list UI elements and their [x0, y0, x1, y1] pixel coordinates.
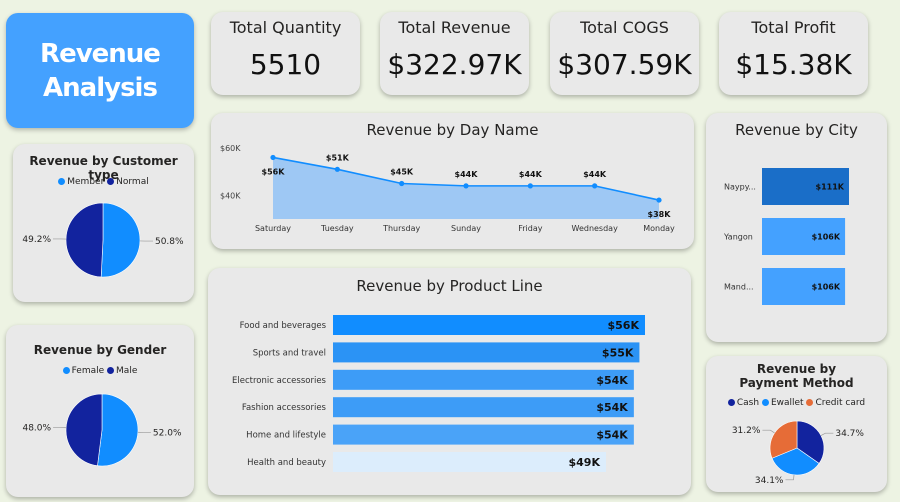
pie-slice-male [65, 393, 103, 467]
city-category-label: Yangon [723, 233, 753, 242]
pie-slice-normal [65, 202, 104, 278]
product-bar [333, 369, 634, 390]
data-label: $44K [583, 170, 607, 179]
x-tick-label: Tuesday [320, 224, 354, 233]
bar-data-label: $106K [812, 233, 841, 242]
day-name-card[interactable]: Revenue by Day Name $60K $40K $56K Saturday… [211, 113, 694, 249]
payment-pie-chart[interactable]: 34.7% 34.1% 31.2% [706, 356, 887, 492]
y-tick-label: $60K [220, 144, 241, 153]
x-tick-label: Friday [518, 224, 543, 233]
product-bar [333, 397, 634, 418]
pie-data-label: 52.0% [153, 429, 182, 439]
product-category-label: Fashion accessories [242, 403, 327, 413]
bar-data-label: $54K [596, 374, 628, 387]
product-bar [333, 342, 640, 363]
bar-data-label: $56K [608, 319, 640, 332]
city-bar-chart[interactable]: $111K Naypy... $106K Yangon $106K Mand... [706, 113, 887, 342]
bar-data-label: $55K [602, 346, 634, 359]
pie-data-label: 31.2% [732, 426, 761, 436]
pie-leader-line [785, 474, 795, 481]
product-category-label: Health and beauty [247, 458, 326, 468]
kpi-value: 5510 [249, 48, 322, 81]
dashboard-title-line1: Revenue [40, 38, 161, 69]
bar-data-label: $54K [596, 429, 628, 442]
data-label: $45K [390, 168, 414, 177]
city-card[interactable]: Revenue by City $111K Naypy... $106K Yangon… [706, 113, 887, 342]
product-line-bar-chart[interactable]: $56K Food and beverages $55K Sports and tra… [208, 268, 691, 495]
kpi-value: $322.97K [387, 48, 522, 81]
data-point [399, 180, 405, 187]
kpi-value: $307.59K [557, 48, 692, 81]
kpi-value: $15.38K [735, 48, 852, 81]
day-name-area-chart[interactable]: $60K $40K $56K Saturday $51K Tuesday $45K Thurs… [211, 113, 694, 249]
y-tick-label: $40K [220, 191, 241, 200]
data-label: $44K [455, 170, 479, 179]
pie-data-label: 49.2% [22, 235, 51, 245]
data-label: $44K [519, 170, 543, 179]
product-bar [333, 424, 634, 445]
pie-leader-line [820, 432, 834, 436]
product-category-label: Home and lifestyle [246, 431, 326, 441]
kpi-label: Total Profit [751, 18, 836, 37]
kpi-card-revenue[interactable]: Total Revenue $322.97K [380, 12, 529, 95]
pie-data-label: 50.8% [155, 237, 184, 247]
pie-data-label: 34.1% [755, 476, 784, 486]
x-tick-label: Thursday [382, 224, 420, 233]
customer-type-pie-chart[interactable]: 50.8% 49.2% [13, 144, 194, 302]
product-category-label: Electronic accessories [232, 376, 327, 386]
data-point [334, 166, 340, 172]
product-category-label: Food and beverages [240, 321, 327, 331]
bar-data-label: $49K [569, 456, 601, 469]
customer-type-card[interactable]: Revenue by Customer type Member Normal 5… [13, 144, 194, 302]
x-tick-label: Monday [643, 224, 675, 233]
kpi-label: Total Quantity [229, 18, 342, 37]
pie-leader-line [762, 429, 775, 434]
bar-data-label: $111K [816, 183, 845, 192]
data-point [463, 183, 469, 189]
product-bar [333, 315, 645, 335]
dashboard-title-line2: Analysis [43, 72, 158, 103]
product-category-label: Sports and travel [253, 348, 326, 358]
pie-slice-female [97, 393, 139, 467]
data-point [527, 183, 533, 189]
data-point [656, 197, 662, 203]
data-point [592, 183, 598, 189]
product-line-card[interactable]: Revenue by Product Line $56K Food and bev… [208, 268, 691, 495]
data-label: $38K [648, 210, 672, 219]
kpi-card-quantity[interactable]: Total Quantity 5510 [211, 12, 360, 95]
gender-card[interactable]: Revenue by Gender Female Male 52.0% 48.0% [6, 325, 194, 497]
x-tick-label: Sunday [451, 224, 481, 233]
x-tick-label: Wednesday [572, 224, 619, 233]
product-bar [333, 452, 606, 472]
kpi-label: Total COGS [580, 18, 669, 37]
data-label: $56K [262, 167, 286, 176]
bar-data-label: $106K [812, 283, 841, 292]
kpi-label: Total Revenue [398, 18, 511, 37]
kpi-card-profit[interactable]: Total Profit $15.38K [719, 12, 868, 95]
pie-slice-member [100, 202, 141, 278]
x-tick-label: Saturday [255, 224, 291, 233]
data-point [270, 154, 276, 161]
gender-pie-chart[interactable]: 52.0% 48.0% [6, 325, 194, 497]
data-label: $51K [326, 153, 350, 162]
dashboard-title-card: Revenue Analysis [6, 13, 194, 128]
kpi-card-cogs[interactable]: Total COGS $307.59K [550, 12, 699, 95]
pie-data-label: 34.7% [835, 429, 864, 439]
bar-data-label: $54K [596, 401, 628, 414]
city-category-label: Mand... [724, 283, 754, 292]
city-category-label: Naypy... [724, 183, 756, 192]
pie-data-label: 48.0% [22, 423, 51, 433]
payment-card[interactable]: Revenue by Payment Method Cash Ewallet C… [706, 356, 887, 492]
